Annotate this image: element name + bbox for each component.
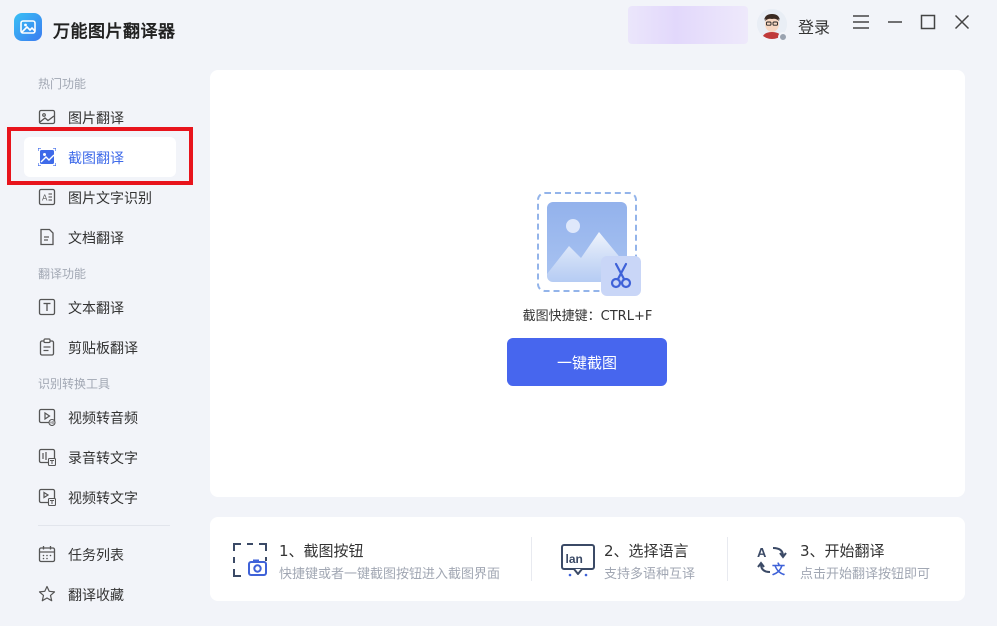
maximize-button[interactable] <box>918 12 938 32</box>
step-capture: 1、截图按钮 快捷键或者一键截图按钮进入截图界面 <box>232 517 532 601</box>
close-icon <box>954 14 970 30</box>
sidebar-item-video-to-text[interactable]: 视频转文字 <box>24 477 176 517</box>
sidebar-item-label: 视频转文字 <box>68 491 138 507</box>
sidebar-item-label: 录音转文字 <box>68 451 138 467</box>
sidebar-item-label: 图片文字识别 <box>68 191 152 207</box>
star-icon <box>38 585 56 602</box>
minimize-button[interactable] <box>885 12 905 32</box>
image-icon <box>38 109 56 125</box>
clipboard-icon <box>39 338 55 356</box>
video-audio-icon <box>38 408 56 426</box>
sidebar-item-label: 图片翻译 <box>68 111 124 127</box>
sidebar-item-label: 翻译收藏 <box>68 588 124 604</box>
sidebar-item-label: 文档翻译 <box>68 231 124 247</box>
sidebar-item-label: 视频转音频 <box>68 411 138 427</box>
section-label-hot: 热门功能 <box>38 77 87 91</box>
one-click-capture-button[interactable]: 一键截图 <box>507 338 667 386</box>
sidebar-item-text-translate[interactable]: 文本翻译 <box>24 287 176 327</box>
svg-text:A: A <box>42 194 48 203</box>
maximize-icon <box>920 14 936 30</box>
capture-zone[interactable] <box>537 192 641 296</box>
scissors-icon <box>610 262 632 289</box>
highlight-annotation <box>7 127 193 185</box>
steps-panel: 1、截图按钮 快捷键或者一键截图按钮进入截图界面 lan 2、选择语言 支持多语… <box>210 517 965 601</box>
screenshot-panel: 截图快捷键：CTRL+F 一键截图 <box>210 70 965 497</box>
menu-button[interactable] <box>851 12 871 32</box>
step-separator <box>531 537 532 581</box>
login-button[interactable]: 登录 <box>798 14 830 38</box>
step-desc: 快捷键或者一键截图按钮进入截图界面 <box>279 567 501 582</box>
svg-text:A: A <box>757 545 767 560</box>
sidebar-item-video-to-audio[interactable]: 视频转音频 <box>24 397 176 437</box>
language-icon: lan <box>561 544 595 577</box>
sidebar-item-favorites[interactable]: 翻译收藏 <box>24 574 176 614</box>
step-select-language: lan 2、选择语言 支持多语种互译 <box>560 517 740 601</box>
recording-icon <box>38 448 56 466</box>
step-desc: 点击开始翻译按钮即可 <box>800 567 931 582</box>
translate-icon: A 文 <box>757 545 787 578</box>
sidebar-item-label: 剪贴板翻译 <box>68 341 138 357</box>
step-desc: 支持多语种互译 <box>604 567 696 582</box>
step-start-translate: A 文 3、开始翻译 点击开始翻译按钮即可 <box>755 517 955 601</box>
sidebar-item-clipboard-translate[interactable]: 剪贴板翻译 <box>24 327 176 367</box>
document-icon <box>40 228 54 246</box>
step-title: 2、选择语言 <box>604 542 689 560</box>
avatar-status-dot <box>778 32 788 42</box>
section-label-tools: 识别转换工具 <box>38 377 111 391</box>
video-text-icon <box>38 488 56 506</box>
sidebar-item-document-translate[interactable]: 文档翻译 <box>24 217 176 257</box>
sidebar-item-label: 任务列表 <box>68 548 124 564</box>
step-title: 1、截图按钮 <box>279 542 364 560</box>
minimize-icon <box>888 21 902 23</box>
sidebar-divider <box>38 525 170 526</box>
app-title: 万能图片翻译器 <box>53 22 176 42</box>
section-label-translate: 翻译功能 <box>38 267 87 281</box>
sidebar-item-task-list[interactable]: 任务列表 <box>24 534 176 574</box>
sidebar-item-label: 文本翻译 <box>68 301 124 317</box>
title-bar: 万能图片翻译器 登录 <box>0 0 997 56</box>
screenshot-frame-icon <box>233 543 267 577</box>
hamburger-icon <box>853 15 869 29</box>
app-logo <box>14 13 42 41</box>
svg-text:文: 文 <box>772 562 786 578</box>
step-separator <box>727 537 728 581</box>
ocr-icon: A <box>38 188 56 206</box>
calendar-icon <box>38 546 56 563</box>
promo-banner[interactable] <box>628 6 748 44</box>
text-icon <box>38 298 56 316</box>
app-logo-icon <box>20 20 36 34</box>
svg-text:lan: lan <box>566 552 583 566</box>
shortcut-hint: 截图快捷键：CTRL+F <box>522 309 653 324</box>
scissors-badge <box>601 256 641 296</box>
sidebar-item-recording-to-text[interactable]: 录音转文字 <box>24 437 176 477</box>
step-title: 3、开始翻译 <box>800 542 885 560</box>
close-button[interactable] <box>952 12 972 32</box>
